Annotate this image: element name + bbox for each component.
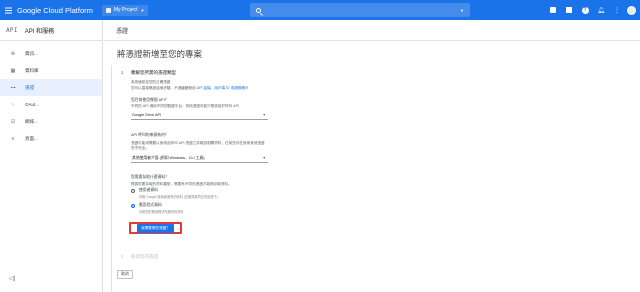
sidebar-item-credentials[interactable]: ⊶ 憑證 [0,79,102,96]
brand-title[interactable]: Google Cloud Platform [17,6,93,15]
breadcrumb-current: 憑證 [116,28,129,35]
page-title: 將憑證新增至您的專案 [117,49,203,59]
api-select-value: Google Drive API [132,113,162,117]
more-icon[interactable]: ⋮ [609,0,625,20]
step-title: 取得您的憑證 [131,254,158,259]
which-credentials-button-highlight: 我需要哪些憑證？ [129,222,182,234]
radio-app-data[interactable]: 應用程式資料 存取您的應用程式所擁有的資料 [131,203,184,214]
project-name: My Project [113,7,138,13]
q2-help: 些不安全。 [131,146,149,150]
intro-text: 為快速設定您的正確憑證 [131,80,171,84]
q1-help: 不同的 API 適用不同的驗證平台，其他憑證可能只是將用於呼叫 API [131,104,240,108]
sidebar: API API 和服務 ✣ 資訊... ▦ 資料庫 ⊶ 憑證 ⁘ OAut...… [0,20,103,292]
radio-user-data[interactable]: 使用者資料 存取 Google 使用者擁有的資料 (在獲得其同意的前提下) [131,188,218,199]
apps-icon[interactable] [545,0,561,20]
menu-icon[interactable] [1,0,15,20]
sidebar-item-label: 憑證 [25,84,34,90]
library-icon: ▦ [10,67,16,74]
radio-button[interactable] [131,188,135,193]
page-usage-icon: ≡ [11,135,15,142]
sidebar-item-label: 資訊... [25,50,38,56]
dropdown-arrow-icon: ▼ [262,113,266,117]
project-selector[interactable]: My Project ▼ [101,4,149,16]
q2-help: 憑證可能用需要以使用此呼叫 API 憑證之存取該相關資料，在某些存在使用其他憑證 [131,141,265,145]
api-select[interactable]: Google Drive API ▼ [131,111,268,120]
step-number: 1 [121,70,124,75]
radio-title: 使用者資料 [139,188,158,192]
project-icon [105,7,111,13]
avatar[interactable] [627,5,636,15]
chevron-down-icon: ▼ [140,7,145,13]
top-app-bar: Google Cloud Platform My Project ▼ ▼ ? 🔔… [0,0,640,20]
search-icon [256,7,261,13]
sidebar-item-page-usage[interactable]: ≡ 頁面... [0,130,102,147]
search-input[interactable]: ▼ [250,3,470,17]
sidebar-nav: ✣ 資訊... ▦ 資料庫 ⊶ 憑證 ⁘ OAut... ☑ 網域... ≡ 頁… [0,45,102,147]
topbar-actions: ? 🔔︎ ⋮ [545,0,636,20]
cloud-shell-icon[interactable] [561,0,577,20]
radio-text: 使用者資料 存取 Google 使用者擁有的資料 (在獲得其同意的前提下) [139,188,218,199]
oauth-icon: ⁘ [10,101,16,108]
sidebar-item-label: 頁面... [25,135,38,141]
q2-label: API 呼叫的來源為何？ [131,133,169,137]
api-key-link[interactable]: API 金鑰 [197,86,211,90]
wizard-steps [111,65,536,292]
key-icon: ⊶ [10,84,16,91]
sidebar-item-dashboard[interactable]: ✣ 資訊... [0,45,102,62]
q1-label: 您目前使用哪個 API？ [131,98,169,102]
api-badge: API [6,26,18,34]
cancel-button[interactable]: 取消 [117,270,133,279]
sidebar-item-domain[interactable]: ☑ 網域... [0,113,102,130]
which-credentials-button[interactable]: 我需要哪些憑證？ [137,223,174,233]
radio-subtitle: 存取 Google 使用者擁有的資料 (在獲得其同意的前提下) [139,195,218,199]
breadcrumb: 憑證 [104,20,640,41]
intro-text: 您可以直接略過這個步驟，不過繼續使用 [131,86,196,90]
dropdown-arrow-icon: ▼ [262,156,266,160]
notifications-icon[interactable]: 🔔︎ [593,0,609,20]
collapse-sidebar-icon[interactable]: ◁| [9,275,15,282]
step-number: 2 [121,254,124,259]
radio-title: 應用程式資料 [139,203,162,207]
source-select-value: 其他使用者介面 (例如 Windows、CLI 工具) [132,155,205,160]
radio-button-selected[interactable] [131,203,135,208]
q3-help: 根據您要存取的資料類型，需要有不同的憑證才能夠存取資料。 [131,182,232,186]
sidebar-item-library[interactable]: ▦ 資料庫 [0,62,102,79]
step-title: 瞭解您所需的憑證類型 [131,70,176,75]
sidebar-header: API API 和服務 [0,20,102,41]
sidebar-item-label: 資料庫 [25,67,39,73]
sidebar-item-oauth[interactable]: ⁘ OAut... [0,96,102,113]
q3-label: 您需要存取什麼資料？ [131,175,169,179]
sidebar-item-label: 網域... [25,118,38,124]
source-select[interactable]: 其他使用者介面 (例如 Windows、CLI 工具) ▼ [131,154,268,163]
radio-text: 應用程式資料 存取您的應用程式所擁有的資料 [139,203,184,214]
dashboard-icon: ✣ [10,50,16,57]
client-id-link[interactable]: 用戶端 ID 或服務帳戶 [214,86,248,90]
sidebar-title: API 和服務 [24,28,55,35]
intro-text-links: 您可以直接略過這個步驟，不過繼續使用 API 金鑰、用戶端 ID 或服務帳戶 [131,86,249,91]
domain-icon: ☑ [10,118,16,125]
help-icon[interactable]: ? [577,0,593,20]
radio-subtitle: 存取您的應用程式所擁有的資料 [139,210,184,214]
chevron-down-icon[interactable]: ▼ [460,8,464,13]
sidebar-item-label: OAut... [25,102,40,107]
